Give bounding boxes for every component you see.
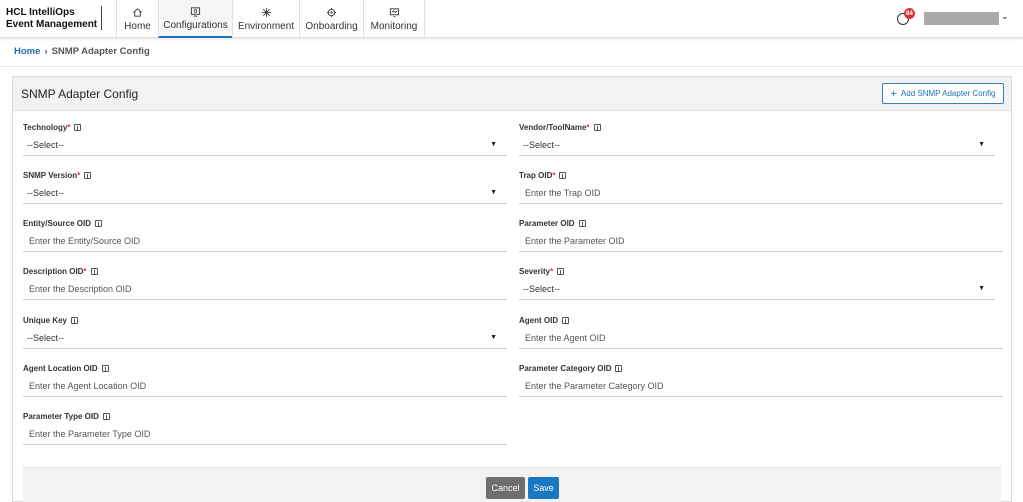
page-divider <box>0 66 1023 67</box>
unique-key-field: Unique Key --Select-- ▼ <box>23 316 507 350</box>
parameter-oid-input[interactable]: Enter the Parameter OID <box>519 231 1003 252</box>
info-icon[interactable] <box>71 317 79 324</box>
configurations-icon <box>190 6 201 17</box>
parameter-oid-field: Parameter OID Enter the Parameter OID <box>519 219 1003 253</box>
breadcrumb-current: SNMP Adapter Config <box>51 46 150 57</box>
info-icon[interactable] <box>593 124 601 131</box>
vendor-field: Vendor/ToolName * --Select-- ▼ <box>519 123 995 157</box>
technology-label: Technology * <box>23 123 82 132</box>
description-oid-label: Description OID * <box>23 267 98 276</box>
agent-oid-input[interactable]: Enter the Agent OID <box>519 328 1003 349</box>
agent-location-oid-input[interactable]: Enter the Agent Location OID <box>23 376 507 397</box>
parameter-category-oid-label: Parameter Category OID <box>519 364 623 373</box>
dropdown-caret-icon: ▼ <box>978 285 985 292</box>
nav-configurations-label: Configurations <box>163 19 228 31</box>
monitoring-icon <box>389 7 399 17</box>
breadcrumb-home-link[interactable]: Home <box>14 46 40 57</box>
main-nav: Home Configurations Environment Onboardi… <box>116 0 425 38</box>
info-icon[interactable] <box>615 365 623 372</box>
nav-onboarding[interactable]: Onboarding <box>299 0 363 38</box>
breadcrumb: Home › SNMP Adapter Config <box>14 46 150 57</box>
dropdown-caret-icon: ▼ <box>490 141 497 148</box>
home-icon <box>133 7 142 17</box>
technology-select[interactable]: --Select-- ▼ <box>23 135 507 156</box>
entity-source-oid-input[interactable]: Enter the Entity/Source OID <box>23 231 507 252</box>
vendor-label: Vendor/ToolName * <box>519 123 601 132</box>
parameter-oid-label: Parameter OID <box>519 219 586 228</box>
user-menu-chevron-icon[interactable]: ⌄ <box>1001 11 1009 22</box>
description-oid-field: Description OID * Enter the Description O… <box>23 267 507 301</box>
description-oid-input[interactable]: Enter the Description OID <box>23 279 507 300</box>
trap-oid-label: Trap OID * <box>519 171 567 180</box>
info-icon[interactable] <box>559 172 567 179</box>
agent-oid-field: Agent OID Enter the Agent OID <box>519 316 1003 350</box>
alert-count-badge: 84 <box>904 8 915 19</box>
nav-home[interactable]: Home <box>116 0 158 38</box>
info-icon[interactable] <box>74 124 82 131</box>
unique-key-label: Unique Key <box>23 316 79 325</box>
card-header: SNMP Adapter Config + Add SNMP Adapter C… <box>13 77 1011 111</box>
save-button[interactable]: Save <box>528 477 559 499</box>
plus-icon: + <box>890 87 897 100</box>
nav-onboarding-label: Onboarding <box>305 20 358 32</box>
cancel-button[interactable]: Cancel <box>486 477 525 499</box>
dropdown-caret-icon: ▼ <box>490 189 497 196</box>
brand-line-2: Event Management <box>6 19 98 30</box>
brand-line-1: HCL IntelliOps <box>6 7 75 18</box>
info-icon[interactable] <box>578 220 586 227</box>
parameter-type-oid-label: Parameter Type OID <box>23 412 110 421</box>
nav-home-label: Home <box>124 20 151 32</box>
trap-oid-field: Trap OID * Enter the Trap OID <box>519 171 1003 205</box>
parameter-category-oid-field: Parameter Category OID Enter the Paramet… <box>519 364 1003 398</box>
add-snmp-adapter-config-button[interactable]: + Add SNMP Adapter Config <box>882 83 1004 104</box>
snmp-version-select[interactable]: --Select-- ▼ <box>23 183 507 204</box>
breadcrumb-separator: › <box>44 46 48 57</box>
parameter-category-oid-input[interactable]: Enter the Parameter Category OID <box>519 376 1003 397</box>
dropdown-caret-icon: ▼ <box>490 334 497 341</box>
info-icon[interactable] <box>557 268 565 275</box>
info-icon[interactable] <box>95 220 103 227</box>
brand-logo[interactable]: HCL IntelliOps Event Management <box>6 7 97 31</box>
info-icon[interactable] <box>102 413 110 420</box>
snmp-version-field: SNMP Version * --Select-- ▼ <box>23 171 507 205</box>
environment-icon <box>261 7 271 17</box>
top-navbar: HCL IntelliOps Event Management Home Con… <box>0 0 1023 38</box>
nav-configurations[interactable]: Configurations <box>158 0 232 38</box>
add-button-label: Add SNMP Adapter Config <box>900 89 996 98</box>
nav-environment-label: Environment <box>237 20 295 32</box>
user-name-redacted[interactable] <box>924 12 999 25</box>
info-icon[interactable] <box>562 317 570 324</box>
nav-monitoring[interactable]: Monitoring <box>363 0 425 38</box>
severity-label: Severity * <box>519 267 565 276</box>
onboarding-icon <box>326 7 337 17</box>
entity-source-oid-field: Entity/Source OID Enter the Entity/Sourc… <box>23 219 507 253</box>
parameter-type-oid-input[interactable]: Enter the Parameter Type OID <box>23 424 507 445</box>
unique-key-select[interactable]: --Select-- ▼ <box>23 328 507 349</box>
agent-location-oid-label: Agent Location OID <box>23 364 109 373</box>
vendor-select[interactable]: --Select-- ▼ <box>519 135 995 156</box>
info-icon[interactable] <box>101 365 109 372</box>
technology-field: Technology * --Select-- ▼ <box>23 123 507 157</box>
form-footer: Cancel Save <box>23 467 1001 502</box>
agent-location-oid-field: Agent Location OID Enter the Agent Locat… <box>23 364 507 398</box>
snmp-version-label: SNMP Version * <box>23 171 92 180</box>
brand-divider <box>101 6 102 30</box>
nav-environment[interactable]: Environment <box>232 0 299 38</box>
parameter-type-oid-field: Parameter Type OID Enter the Parameter T… <box>23 412 507 446</box>
entity-source-oid-label: Entity/Source OID <box>23 219 103 228</box>
nav-monitoring-label: Monitoring <box>370 20 418 32</box>
info-icon[interactable] <box>90 268 98 275</box>
trap-oid-input[interactable]: Enter the Trap OID <box>519 183 1003 204</box>
snmp-config-card: SNMP Adapter Config + Add SNMP Adapter C… <box>12 76 1012 502</box>
severity-select[interactable]: --Select-- ▼ <box>519 279 995 300</box>
agent-oid-label: Agent OID <box>519 316 570 325</box>
dropdown-caret-icon: ▼ <box>978 141 985 148</box>
severity-field: Severity * --Select-- ▼ <box>519 267 995 301</box>
page-title: SNMP Adapter Config <box>21 87 139 101</box>
info-icon[interactable] <box>84 172 92 179</box>
